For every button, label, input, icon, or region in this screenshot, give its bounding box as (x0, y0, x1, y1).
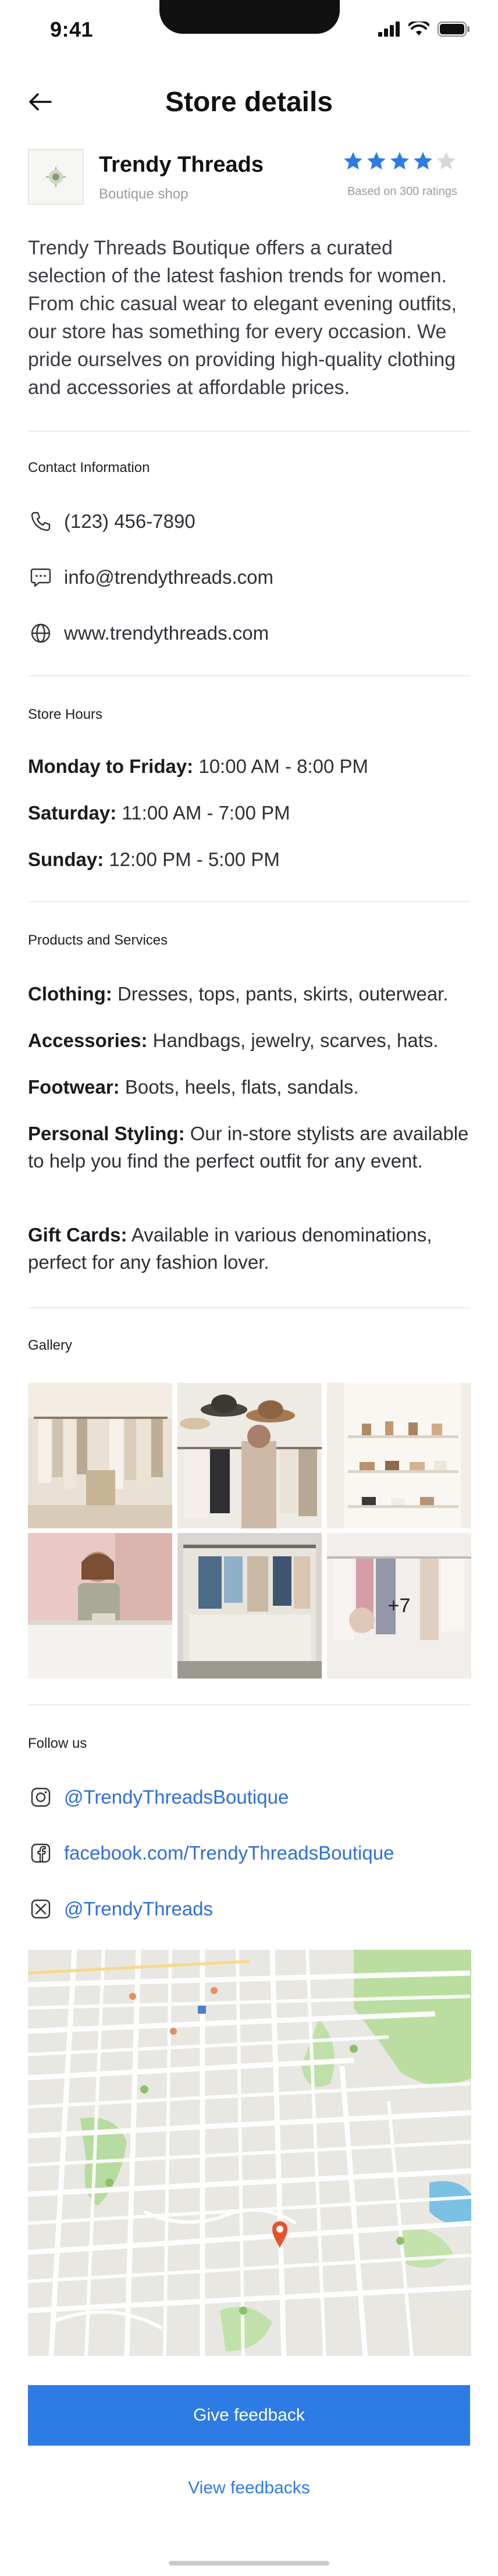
divider (28, 1704, 470, 1705)
device-notch (159, 0, 340, 34)
gallery-photo[interactable] (177, 1533, 322, 1679)
product-label: Gift Cards: (28, 1224, 127, 1246)
header: Store details (0, 81, 498, 122)
hours-label: Saturday: (28, 802, 117, 824)
section-title-hours: Store Hours (28, 707, 103, 722)
gallery-photo[interactable] (28, 1533, 172, 1679)
star-filled-icon (414, 152, 432, 170)
divider (28, 1307, 470, 1308)
store-description: Trendy Threads Boutique offers a curated… (28, 237, 457, 399)
section-title-gallery: Gallery (28, 1337, 73, 1353)
product-value: Boots, heels, flats, sandals. (119, 1076, 359, 1098)
rating-stars (342, 150, 457, 172)
hours-label: Sunday: (28, 849, 104, 870)
section-title-products: Products and Services (28, 932, 168, 948)
contact-phone[interactable]: (123) 456-7890 (28, 508, 195, 535)
section-title-contact: Contact Information (28, 460, 150, 476)
gallery-photo[interactable] (177, 1383, 322, 1528)
gallery-photo[interactable] (28, 1383, 172, 1528)
status-bar: 9:41 (0, 0, 498, 58)
star-filled-icon (344, 152, 362, 170)
store-summary: Trendy Threads Boutique shop Based on 30… (28, 149, 470, 207)
give-feedback-button[interactable]: Give feedback (28, 2385, 470, 2446)
product-value: Dresses, tops, pants, skirts, outerwear. (112, 983, 449, 1005)
product-label: Clothing: (28, 983, 112, 1005)
store-name: Trendy Threads (99, 152, 264, 177)
product-row-gift-cards: Gift Cards: Available in various denomin… (28, 1221, 479, 1276)
gallery-more-count: +7 (387, 1594, 411, 1617)
wifi-icon (408, 22, 429, 36)
instagram-icon (28, 1784, 54, 1810)
star-filled-icon (390, 152, 409, 170)
store-map[interactable] (28, 1950, 471, 2356)
store-logo (28, 149, 84, 205)
hours-row-weekdays: Monday to Friday: 10:00 AM - 8:00 PM (28, 755, 368, 778)
twitter-handle[interactable]: @TrendyThreads (64, 1898, 213, 1920)
hours-row-sunday: Sunday: 12:00 PM - 5:00 PM (28, 849, 280, 871)
globe-icon (28, 620, 54, 646)
product-label: Footwear: (28, 1076, 120, 1098)
gallery-more-button[interactable]: +7 (327, 1533, 471, 1679)
battery-icon (437, 22, 469, 37)
view-feedbacks-link[interactable]: View feedbacks (0, 2478, 498, 2498)
phone-number: (123) 456-7890 (64, 510, 195, 532)
hours-value: 12:00 PM - 5:00 PM (104, 849, 280, 870)
product-row-footwear: Footwear: Boots, heels, flats, sandals. (28, 1073, 479, 1101)
hours-value: 11:00 AM - 7:00 PM (116, 802, 290, 824)
divider (28, 675, 470, 676)
facebook-icon (28, 1840, 54, 1866)
product-row-clothing: Clothing: Dresses, tops, pants, skirts, … (28, 980, 479, 1007)
x-twitter-icon (28, 1896, 54, 1922)
website-url: www.trendythreads.com (64, 622, 269, 644)
gallery-grid: +7 (28, 1383, 471, 1679)
social-facebook[interactable]: facebook.com/TrendyThreadsBoutique (28, 1839, 394, 1867)
product-row-styling: Personal Styling: Our in-store stylists … (28, 1120, 479, 1175)
facebook-url[interactable]: facebook.com/TrendyThreadsBoutique (64, 1842, 394, 1864)
divider (28, 901, 470, 902)
section-title-social: Follow us (28, 1736, 87, 1751)
star-empty-icon (437, 152, 456, 170)
rating-caption: Based on 300 ratings (347, 185, 457, 198)
divider (28, 431, 470, 432)
social-instagram[interactable]: @TrendyThreadsBoutique (28, 1783, 289, 1811)
hours-row-saturday: Saturday: 11:00 AM - 7:00 PM (28, 802, 290, 824)
page-title: Store details (165, 87, 333, 118)
hours-value: 10:00 AM - 8:00 PM (193, 755, 369, 777)
status-time: 9:41 (50, 17, 94, 41)
store-type: Boutique shop (99, 186, 188, 202)
email-address: info@trendythreads.com (64, 566, 274, 588)
contact-website[interactable]: www.trendythreads.com (28, 619, 269, 647)
star-filled-icon (367, 152, 386, 170)
signal-icon (378, 22, 400, 37)
store-logo-image (45, 166, 67, 188)
gallery-photo[interactable] (327, 1383, 471, 1528)
social-twitter[interactable]: @TrendyThreads (28, 1895, 213, 1923)
phone-icon (28, 509, 54, 534)
contact-email[interactable]: info@trendythreads.com (28, 563, 273, 591)
message-icon (28, 565, 54, 590)
home-indicator (169, 2561, 329, 2566)
hours-label: Monday to Friday: (28, 755, 194, 777)
product-label: Personal Styling: (28, 1123, 185, 1144)
status-icons (378, 21, 470, 37)
product-row-accessories: Accessories: Handbags, jewelry, scarves,… (28, 1027, 479, 1054)
product-label: Accessories: (28, 1030, 148, 1051)
instagram-handle[interactable]: @TrendyThreadsBoutique (64, 1786, 289, 1808)
product-value: Handbags, jewelry, scarves, hats. (147, 1030, 439, 1051)
